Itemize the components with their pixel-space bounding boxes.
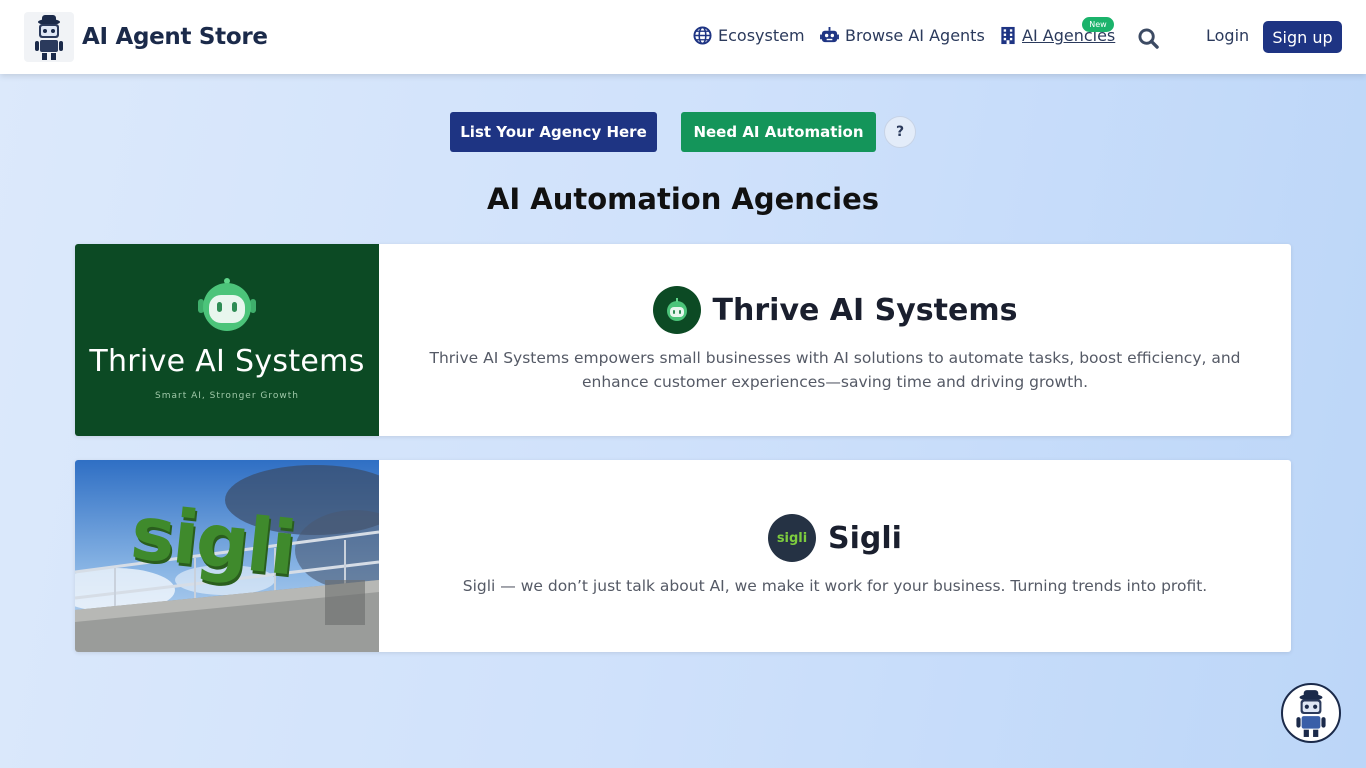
new-badge: New	[1082, 17, 1114, 32]
building-icon	[1001, 26, 1015, 45]
agency-image-sigli: sigli	[75, 460, 379, 652]
brand-link[interactable]: AI Agent Store	[24, 12, 268, 62]
assistant-chat-button[interactable]	[1281, 683, 1341, 743]
agency-description: Thrive AI Systems empowers small busines…	[429, 349, 1241, 391]
sigli-sign-word: sigli	[126, 489, 299, 593]
agency-body-sigli: sigli Sigli Sigli — we don’t just talk a…	[379, 460, 1291, 652]
thrive-image-title: Thrive AI Systems	[89, 344, 365, 379]
nav-ecosystem[interactable]: Ecosystem	[693, 26, 805, 45]
brand-title: AI Agent Store	[82, 24, 268, 50]
list-agency-button[interactable]: List Your Agency Here	[450, 112, 657, 152]
thrive-avatar-icon	[652, 286, 701, 334]
agency-card-thrive[interactable]: Thrive AI Systems Smart AI, Stronger Gro…	[75, 244, 1291, 436]
help-button[interactable]: ?	[884, 116, 916, 148]
robot-icon	[820, 27, 839, 43]
nav-browse-agents[interactable]: Browse AI Agents	[820, 26, 985, 45]
agency-head-thrive: Thrive AI Systems	[379, 286, 1291, 334]
search-icon	[1137, 27, 1159, 49]
robot-avatar-icon	[1296, 690, 1326, 737]
thrive-image-tagline: Smart AI, Stronger Growth	[155, 391, 299, 401]
page-title: AI Automation Agencies	[486, 182, 880, 216]
globe-icon	[693, 26, 712, 45]
nav-ecosystem-label: Ecosystem	[718, 26, 805, 45]
sigli-avatar-icon: sigli	[768, 514, 817, 562]
robot-logo-icon	[24, 12, 74, 62]
agency-name[interactable]: Thrive AI Systems	[713, 293, 1018, 328]
agency-body-thrive: Thrive AI Systems Thrive AI Systems empo…	[379, 244, 1291, 436]
search-button[interactable]	[1136, 26, 1160, 50]
agency-name[interactable]: Sigli	[828, 521, 902, 556]
site-header: AI Agent Store Ecosystem Browse AI Agent…	[0, 0, 1366, 74]
agency-description: Sigli — we don’t just talk about AI, we …	[462, 577, 1208, 595]
sigli-avatar-text: sigli	[776, 530, 808, 546]
login-link[interactable]: Login	[1206, 26, 1249, 45]
signup-button[interactable]: Sign up	[1263, 21, 1342, 53]
need-automation-button[interactable]: Need AI Automation	[681, 112, 876, 152]
agency-card-sigli[interactable]: sigli sigli Sigli Sigli — we don’t just …	[75, 460, 1291, 652]
thrive-robot-logo-icon	[198, 278, 256, 331]
agency-head-sigli: sigli Sigli	[379, 514, 1291, 562]
nav-browse-agents-label: Browse AI Agents	[845, 26, 985, 45]
agency-image-thrive: Thrive AI Systems Smart AI, Stronger Gro…	[75, 244, 379, 436]
